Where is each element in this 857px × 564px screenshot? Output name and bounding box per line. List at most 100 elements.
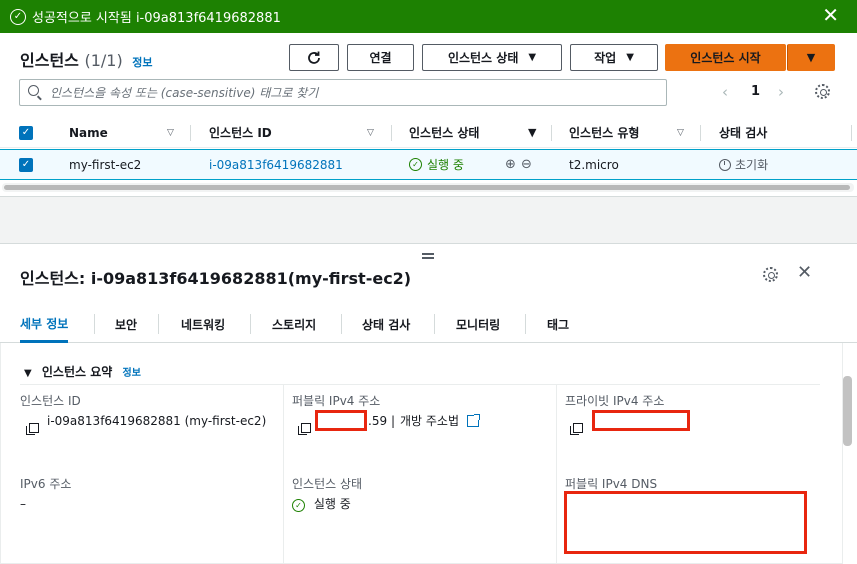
column-instance-id[interactable]: 인스턴스 ID — [209, 118, 272, 147]
open-address-link[interactable]: 개방 주소법 — [400, 412, 480, 431]
caret-down-icon: ▼ — [806, 51, 816, 64]
table-row[interactable]: ✓ my-first-ec2 i-09a813f6419682881 ✓ 실행 … — [0, 149, 857, 180]
page-title: 인스턴스 (1/1) 정보 — [20, 47, 153, 71]
column-check-label: 상태 검사 — [719, 126, 768, 140]
sort-icon[interactable]: ▽ — [677, 118, 684, 147]
page-number[interactable]: 1 — [751, 84, 760, 99]
check-circle-icon: ✓ — [292, 499, 305, 512]
sort-icon[interactable]: ▽ — [167, 118, 174, 147]
column-instance-type[interactable]: 인스턴스 유형 — [569, 118, 639, 147]
launch-dropdown-button[interactable]: ▼ — [787, 44, 835, 71]
row-state-label: 실행 중 — [427, 158, 464, 172]
tab-tags[interactable]: 태그 — [547, 306, 569, 343]
row-checkbox[interactable]: ✓ — [19, 157, 33, 172]
redaction-box — [315, 410, 367, 431]
instance-state-button[interactable]: 인스턴스 상태 ▼ — [422, 44, 562, 71]
actions-button[interactable]: 작업 ▼ — [570, 44, 658, 71]
instance-state-value: ✓ 실행 중 — [292, 495, 351, 514]
copy-icon[interactable] — [298, 418, 311, 437]
refresh-icon — [308, 51, 320, 64]
copy-icon[interactable] — [570, 418, 583, 437]
row-state: ✓ 실행 중 — [409, 150, 464, 179]
tab-details[interactable]: 세부 정보 — [20, 306, 69, 343]
zoom-in-icon[interactable]: ⊕ — [505, 150, 516, 179]
row-instance-id-link[interactable]: i-09a813f6419682881 — [209, 150, 343, 179]
redaction-box — [592, 410, 690, 431]
launch-instance-button[interactable]: 인스턴스 시작 — [665, 44, 786, 71]
private-ipv4-label: 프라이빗 IPv4 주소 — [565, 394, 665, 408]
clock-icon — [719, 158, 731, 171]
detail-settings-button[interactable] — [763, 267, 778, 282]
caret-down-icon: ▼ — [626, 52, 634, 63]
panel-divider — [0, 196, 857, 244]
ipv6-label: IPv6 주소 — [20, 477, 72, 491]
horizontal-scrollbar[interactable] — [2, 183, 854, 192]
settings-button[interactable] — [815, 84, 830, 99]
tab-status-check[interactable]: 상태 검사 — [362, 306, 410, 343]
gear-icon — [763, 267, 778, 282]
next-page-icon[interactable]: › — [778, 83, 784, 101]
title-text: 인스턴스 — [20, 51, 79, 70]
search-icon — [28, 85, 39, 96]
public-dns-label: 퍼블릭 IPv4 DNS — [565, 477, 658, 491]
search-input[interactable]: 인스턴스을 속성 또는 (case-sensitive) 태그로 찾기 — [19, 79, 667, 106]
instance-state-label: 인스턴스 상태 — [447, 51, 519, 65]
row-status-check: 초기화 — [719, 150, 768, 179]
instance-id-label: 인스턴스 ID — [20, 394, 81, 408]
check-circle-icon: ✓ — [409, 158, 422, 171]
success-banner: ✓ 성공적으로 시작됨 i-09a813f6419682881 ✕ — [0, 0, 857, 33]
column-name-label: Name — [69, 125, 108, 140]
zoom-out-icon[interactable]: ⊖ — [521, 150, 532, 179]
actions-label: 작업 — [594, 51, 617, 65]
caret-down-icon: ▼ — [24, 368, 32, 379]
redaction-box — [564, 491, 807, 554]
vertical-scrollbar[interactable] — [843, 376, 852, 446]
external-link-icon — [466, 414, 480, 427]
row-type: t2.micro — [569, 157, 619, 172]
copy-icon[interactable] — [26, 418, 39, 437]
ipv6-value: – — [20, 497, 26, 511]
instance-state-label: 인스턴스 상태 — [292, 477, 363, 491]
table-header: ✓ Name ▽ 인스턴스 ID ▽ 인스턴스 상태 ▼ 인스턴스 유형 ▽ 상… — [0, 118, 857, 148]
prev-page-icon[interactable]: ‹ — [722, 83, 728, 101]
tab-monitoring[interactable]: 모니터링 — [456, 306, 500, 343]
connect-button[interactable]: 연결 — [347, 44, 414, 71]
column-name[interactable]: Name — [69, 118, 108, 147]
info-link[interactable]: 정보 — [132, 56, 152, 69]
tab-networking[interactable]: 네트워킹 — [181, 306, 225, 343]
banner-message: 성공적으로 시작됨 i-09a813f6419682881 — [32, 11, 281, 26]
tab-storage[interactable]: 스토리지 — [272, 306, 316, 343]
caret-down-icon: ▼ — [528, 52, 537, 63]
refresh-button[interactable] — [289, 44, 339, 71]
detail-tabs: 세부 정보 보안 네트워킹 스토리지 상태 검사 모니터링 태그 — [0, 306, 857, 343]
instance-count: (1/1) — [84, 51, 123, 70]
info-link[interactable]: 정보 — [123, 368, 141, 379]
column-status-check[interactable]: 상태 검사 — [719, 118, 767, 147]
column-type-label: 인스턴스 유형 — [569, 126, 640, 140]
public-ipv4-label: 퍼블릭 IPv4 주소 — [292, 394, 381, 408]
sort-desc-icon[interactable]: ▼ — [528, 118, 536, 147]
instance-id-value: i-09a813f6419682881 (my-first-ec2) — [47, 414, 267, 428]
search-placeholder: 인스턴스을 속성 또는 (case-sensitive) 태그로 찾기 — [50, 86, 319, 100]
section-divider — [20, 384, 820, 385]
section-title[interactable]: ▼ 인스턴스 요약 정보 — [24, 363, 141, 380]
public-ipv4-suffix: .59 — [368, 414, 388, 428]
separator: | — [391, 414, 396, 428]
select-all-checkbox[interactable]: ✓ — [19, 125, 33, 140]
row-name: my-first-ec2 — [69, 157, 142, 172]
row-check-label: 초기화 — [735, 158, 769, 172]
sort-icon[interactable]: ▽ — [367, 118, 374, 147]
check-circle-icon: ✓ — [10, 8, 26, 25]
detail-title: 인스턴스: i-09a813f6419682881(my-first-ec2) — [20, 269, 412, 288]
close-icon[interactable]: ✕ — [797, 262, 812, 283]
resize-handle[interactable] — [422, 253, 434, 259]
close-icon[interactable]: ✕ — [822, 5, 839, 25]
open-address-label: 개방 주소법 — [400, 414, 460, 428]
column-id-label: 인스턴스 ID — [209, 126, 272, 140]
tab-security[interactable]: 보안 — [115, 306, 137, 343]
instance-state-text: 실행 중 — [313, 497, 351, 511]
scrollbar-thumb[interactable] — [4, 185, 850, 190]
column-state-label: 인스턴스 상태 — [409, 126, 480, 140]
column-instance-state[interactable]: 인스턴스 상태 — [409, 118, 479, 147]
section-title-text: 인스턴스 요약 — [41, 365, 113, 379]
